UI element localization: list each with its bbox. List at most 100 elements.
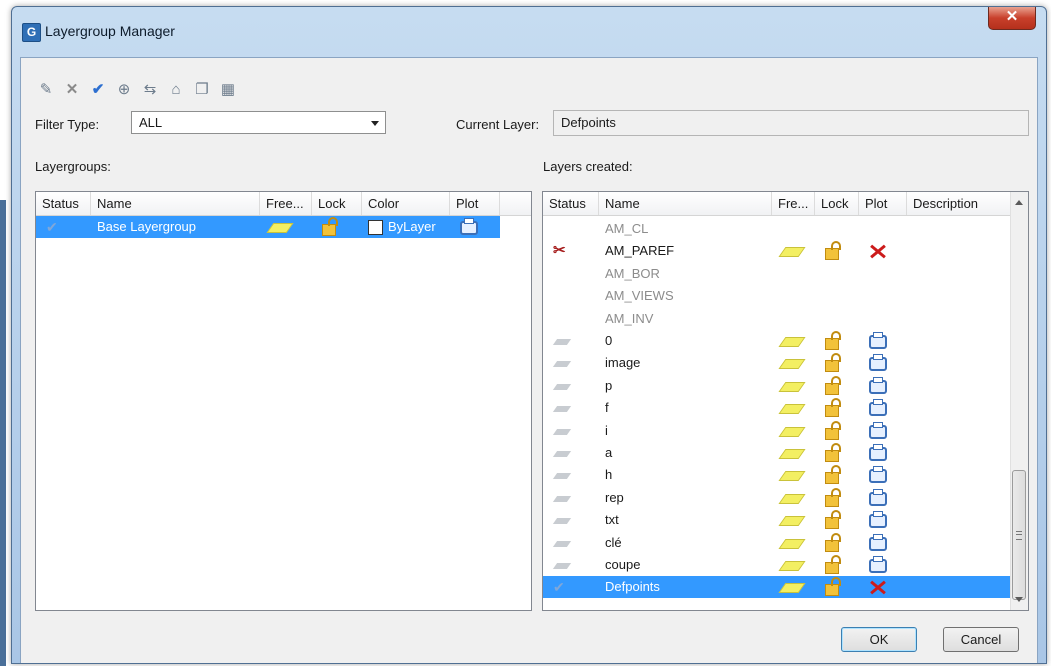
layergroups-list[interactable]: Status Name Free... Lock Color Plot ✔ Ba… xyxy=(35,191,532,611)
table-row[interactable]: ✔ Base Layergroup ByLayer xyxy=(36,216,500,238)
table-row[interactable]: p xyxy=(543,375,1013,397)
properties-icon[interactable]: ⌂ xyxy=(165,78,187,100)
grid-icon[interactable]: ▦ xyxy=(217,78,239,100)
table-row[interactable]: image xyxy=(543,352,1013,374)
description-cell[interactable] xyxy=(907,330,1013,352)
freeze-cell[interactable] xyxy=(772,464,815,486)
col-freeze[interactable]: Fre... xyxy=(772,192,815,215)
set-current-icon[interactable]: ✔ xyxy=(87,78,109,100)
col-status[interactable]: Status xyxy=(543,192,599,215)
plot-cell[interactable] xyxy=(859,330,907,352)
plot-cell[interactable] xyxy=(859,487,907,509)
table-row[interactable]: a xyxy=(543,442,1013,464)
table-row[interactable]: AM_VIEWS xyxy=(543,285,1013,307)
layers-list[interactable]: Status Name Fre... Lock Plot Description… xyxy=(542,191,1029,611)
col-plot[interactable]: Plot xyxy=(450,192,500,215)
description-cell[interactable] xyxy=(907,487,1013,509)
description-cell[interactable] xyxy=(907,218,1013,240)
table-row[interactable]: txt xyxy=(543,509,1013,531)
freeze-cell[interactable] xyxy=(772,509,815,531)
plot-cell[interactable] xyxy=(859,420,907,442)
lock-cell[interactable] xyxy=(312,216,362,238)
freeze-cell[interactable] xyxy=(772,352,815,374)
col-description[interactable]: Description xyxy=(907,192,1013,215)
table-row[interactable]: 0 xyxy=(543,330,1013,352)
filter-type-dropdown[interactable]: ALL xyxy=(131,111,386,134)
table-row[interactable]: ✔ Defpoints xyxy=(543,576,1013,599)
plot-cell[interactable] xyxy=(859,240,907,262)
description-cell[interactable] xyxy=(907,397,1013,419)
table-row[interactable]: h xyxy=(543,464,1013,486)
description-cell[interactable] xyxy=(907,420,1013,442)
table-row[interactable]: f xyxy=(543,397,1013,419)
freeze-cell[interactable] xyxy=(772,554,815,576)
merge-icon[interactable]: ⇆ xyxy=(139,78,161,100)
table-row[interactable]: coupe xyxy=(543,554,1013,576)
lock-cell[interactable] xyxy=(815,352,859,374)
table-row[interactable]: AM_BOR xyxy=(543,263,1013,285)
table-row[interactable]: AM_CL xyxy=(543,218,1013,240)
lock-cell[interactable] xyxy=(815,375,859,397)
description-cell[interactable] xyxy=(907,509,1013,531)
plot-cell[interactable] xyxy=(859,464,907,486)
lock-cell[interactable] xyxy=(815,420,859,442)
plot-cell[interactable] xyxy=(859,375,907,397)
cancel-button[interactable]: Cancel xyxy=(943,627,1019,652)
layers-scrollbar[interactable] xyxy=(1010,192,1028,610)
delete-icon[interactable]: ✕ xyxy=(61,78,83,100)
plot-cell[interactable] xyxy=(859,509,907,531)
plot-cell[interactable] xyxy=(859,397,907,419)
lock-cell[interactable] xyxy=(815,509,859,531)
table-row[interactable]: clé xyxy=(543,532,1013,554)
freeze-cell[interactable] xyxy=(772,532,815,554)
freeze-cell[interactable] xyxy=(772,397,815,419)
close-button[interactable]: ✕ xyxy=(988,7,1036,30)
lock-cell[interactable] xyxy=(815,442,859,464)
description-cell[interactable] xyxy=(907,576,1013,598)
freeze-cell[interactable] xyxy=(772,487,815,509)
col-name[interactable]: Name xyxy=(599,192,772,215)
ok-button[interactable]: OK xyxy=(841,627,917,652)
col-color[interactable]: Color xyxy=(362,192,450,215)
description-cell[interactable] xyxy=(907,464,1013,486)
description-cell[interactable] xyxy=(907,352,1013,374)
scroll-up-icon[interactable] xyxy=(1015,200,1023,205)
plot-cell[interactable] xyxy=(859,576,907,598)
table-row[interactable]: AM_INV xyxy=(543,308,1013,330)
freeze-cell[interactable] xyxy=(772,240,815,262)
col-plot[interactable]: Plot xyxy=(859,192,907,215)
plot-cell[interactable] xyxy=(859,352,907,374)
plot-cell[interactable] xyxy=(859,532,907,554)
col-status[interactable]: Status xyxy=(36,192,91,215)
lock-cell[interactable] xyxy=(815,554,859,576)
lock-cell[interactable] xyxy=(815,576,859,598)
lock-cell[interactable] xyxy=(815,487,859,509)
plot-cell[interactable] xyxy=(859,554,907,576)
lock-cell[interactable] xyxy=(815,397,859,419)
new-layergroup-icon[interactable]: ✎ xyxy=(35,78,57,100)
freeze-cell[interactable] xyxy=(772,576,815,598)
color-cell[interactable]: ByLayer xyxy=(362,216,450,238)
scroll-down-icon[interactable] xyxy=(1015,597,1023,602)
plot-cell[interactable] xyxy=(859,442,907,464)
lock-cell[interactable] xyxy=(815,330,859,352)
zoom-icon[interactable]: ⊕ xyxy=(113,78,135,100)
col-lock[interactable]: Lock xyxy=(815,192,859,215)
description-cell[interactable] xyxy=(907,308,1013,330)
plot-cell[interactable] xyxy=(450,216,500,238)
freeze-cell[interactable] xyxy=(772,375,815,397)
description-cell[interactable] xyxy=(907,263,1013,285)
lock-cell[interactable] xyxy=(815,240,859,262)
table-row[interactable]: ✂ AM_PAREF xyxy=(543,240,1013,262)
description-cell[interactable] xyxy=(907,285,1013,307)
lock-cell[interactable] xyxy=(815,464,859,486)
description-cell[interactable] xyxy=(907,532,1013,554)
col-freeze[interactable]: Free... xyxy=(260,192,312,215)
freeze-cell[interactable] xyxy=(772,420,815,442)
description-cell[interactable] xyxy=(907,375,1013,397)
lock-cell[interactable] xyxy=(815,532,859,554)
freeze-cell[interactable] xyxy=(772,442,815,464)
description-cell[interactable] xyxy=(907,442,1013,464)
table-row[interactable]: rep xyxy=(543,487,1013,509)
description-cell[interactable] xyxy=(907,554,1013,576)
